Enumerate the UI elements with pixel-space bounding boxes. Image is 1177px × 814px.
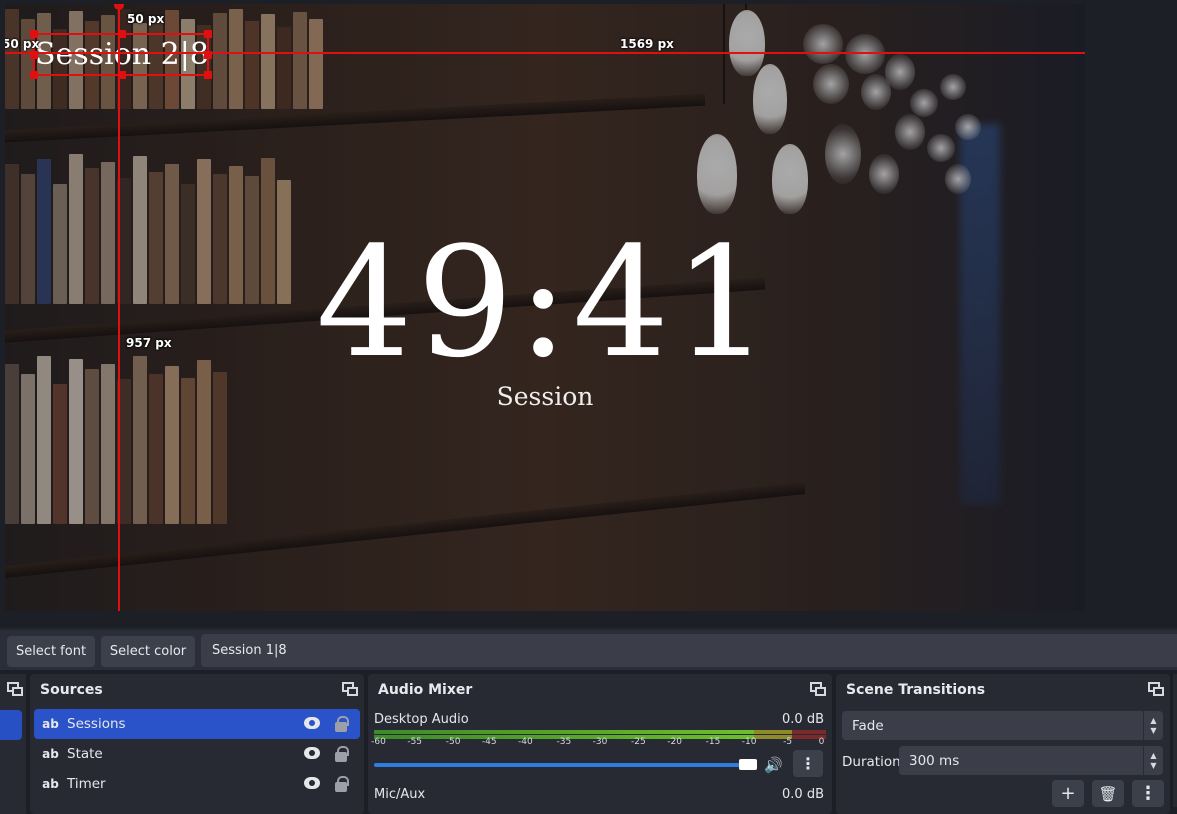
text-source-icon: ab bbox=[42, 747, 59, 761]
float-dock-icon[interactable] bbox=[7, 682, 23, 696]
right-dock-edge bbox=[1173, 674, 1177, 807]
lock-icon[interactable] bbox=[335, 716, 349, 732]
select-color-button[interactable]: Select color bbox=[101, 636, 195, 667]
state-text[interactable]: Session bbox=[5, 382, 1085, 411]
volume-slider-handle[interactable] bbox=[739, 759, 757, 770]
eye-icon[interactable] bbox=[304, 777, 320, 789]
guide-label-left: 50 px bbox=[5, 37, 40, 51]
scene-transitions-title: Scene Transitions bbox=[846, 682, 986, 698]
speaker-icon[interactable]: 🔊 bbox=[764, 756, 783, 774]
transition-select[interactable]: Fade ▲ ▼ bbox=[842, 711, 1163, 740]
plus-icon: + bbox=[1060, 783, 1076, 804]
source-item-timer[interactable]: ab Timer bbox=[34, 769, 360, 799]
audio-mixer-dock: Audio Mixer Desktop Audio 0.0 dB -60 -55… bbox=[368, 674, 832, 814]
channel-db-mic-aux: 0.0 dB bbox=[782, 787, 824, 802]
transition-value: Fade bbox=[852, 717, 884, 734]
guide-label-bottom: 957 px bbox=[126, 336, 172, 350]
source-item-sessions[interactable]: ab Sessions bbox=[34, 709, 360, 739]
lock-icon[interactable] bbox=[335, 746, 349, 762]
text-source-icon: ab bbox=[42, 717, 59, 731]
eye-icon[interactable] bbox=[304, 747, 320, 759]
remove-transition-button[interactable]: 🗑 bbox=[1092, 780, 1124, 807]
transition-menu-button[interactable]: ⋮ bbox=[1132, 780, 1164, 807]
volume-meter bbox=[374, 730, 826, 734]
duration-value: 300 ms bbox=[909, 752, 960, 769]
guide-label-right: 1569 px bbox=[620, 37, 674, 51]
volume-slider[interactable] bbox=[374, 763, 750, 767]
eye-icon[interactable] bbox=[304, 717, 320, 729]
audio-mixer-title: Audio Mixer bbox=[378, 682, 473, 698]
resize-handle-tr[interactable] bbox=[204, 30, 212, 38]
meter-scale: -60 -55 -50 -45 -40 -35 -30 -25 -20 -15 … bbox=[371, 737, 825, 747]
timer-text[interactable]: 49:41 bbox=[5, 214, 1085, 391]
trash-icon: 🗑 bbox=[1098, 784, 1118, 803]
text-properties-toolbar: Select font Select color Session 1|8 bbox=[0, 628, 1177, 670]
duration-label: Duration bbox=[842, 754, 901, 770]
duration-spinbox[interactable]: 300 ms ▲ ▼ bbox=[899, 746, 1163, 775]
scene-transitions-dock: Scene Transitions Fade ▲ ▼ Duration 300 m… bbox=[836, 674, 1170, 814]
preview-canvas[interactable]: 49:41 Session Session 2|8 50 px 50 px 15… bbox=[5, 4, 1085, 611]
source-item-state[interactable]: ab State bbox=[34, 739, 360, 769]
channel-name-desktop-audio: Desktop Audio bbox=[374, 712, 469, 727]
kebab-icon: ⋮ bbox=[1139, 783, 1157, 804]
guide-line-vertical bbox=[118, 4, 120, 611]
selection-box[interactable] bbox=[30, 30, 212, 79]
text-value-input[interactable]: Session 1|8 bbox=[201, 634, 1177, 667]
float-dock-icon[interactable] bbox=[342, 682, 358, 696]
resize-handle-bl[interactable] bbox=[30, 71, 38, 79]
channel-name-mic-aux: Mic/Aux bbox=[374, 787, 426, 802]
sources-dock: Sources ab Sessions ab State ab Timer bbox=[30, 674, 364, 814]
resize-handle-tm[interactable] bbox=[118, 30, 126, 38]
scene-item-selected[interactable] bbox=[0, 710, 22, 740]
chevron-updown-icon: ▲ ▼ bbox=[1143, 711, 1163, 740]
spin-arrows-icon[interactable]: ▲ ▼ bbox=[1143, 746, 1163, 775]
resize-handle-br[interactable] bbox=[204, 71, 212, 79]
float-dock-icon[interactable] bbox=[810, 682, 826, 696]
resize-handle-bm[interactable] bbox=[118, 71, 126, 79]
text-source-icon: ab bbox=[42, 777, 59, 791]
lock-icon[interactable] bbox=[335, 776, 349, 792]
channel-menu-button[interactable]: ⋮ bbox=[793, 750, 823, 777]
sources-title: Sources bbox=[40, 682, 103, 698]
channel-db-desktop-audio: 0.0 dB bbox=[782, 712, 824, 727]
select-font-button[interactable]: Select font bbox=[7, 636, 95, 667]
float-dock-icon[interactable] bbox=[1148, 682, 1164, 696]
resize-handle-mr[interactable] bbox=[204, 51, 212, 59]
scenes-dock-partial bbox=[0, 674, 26, 814]
add-transition-button[interactable]: + bbox=[1052, 780, 1084, 807]
resize-handle-ml[interactable] bbox=[30, 51, 38, 59]
guide-label-top: 50 px bbox=[127, 12, 165, 26]
